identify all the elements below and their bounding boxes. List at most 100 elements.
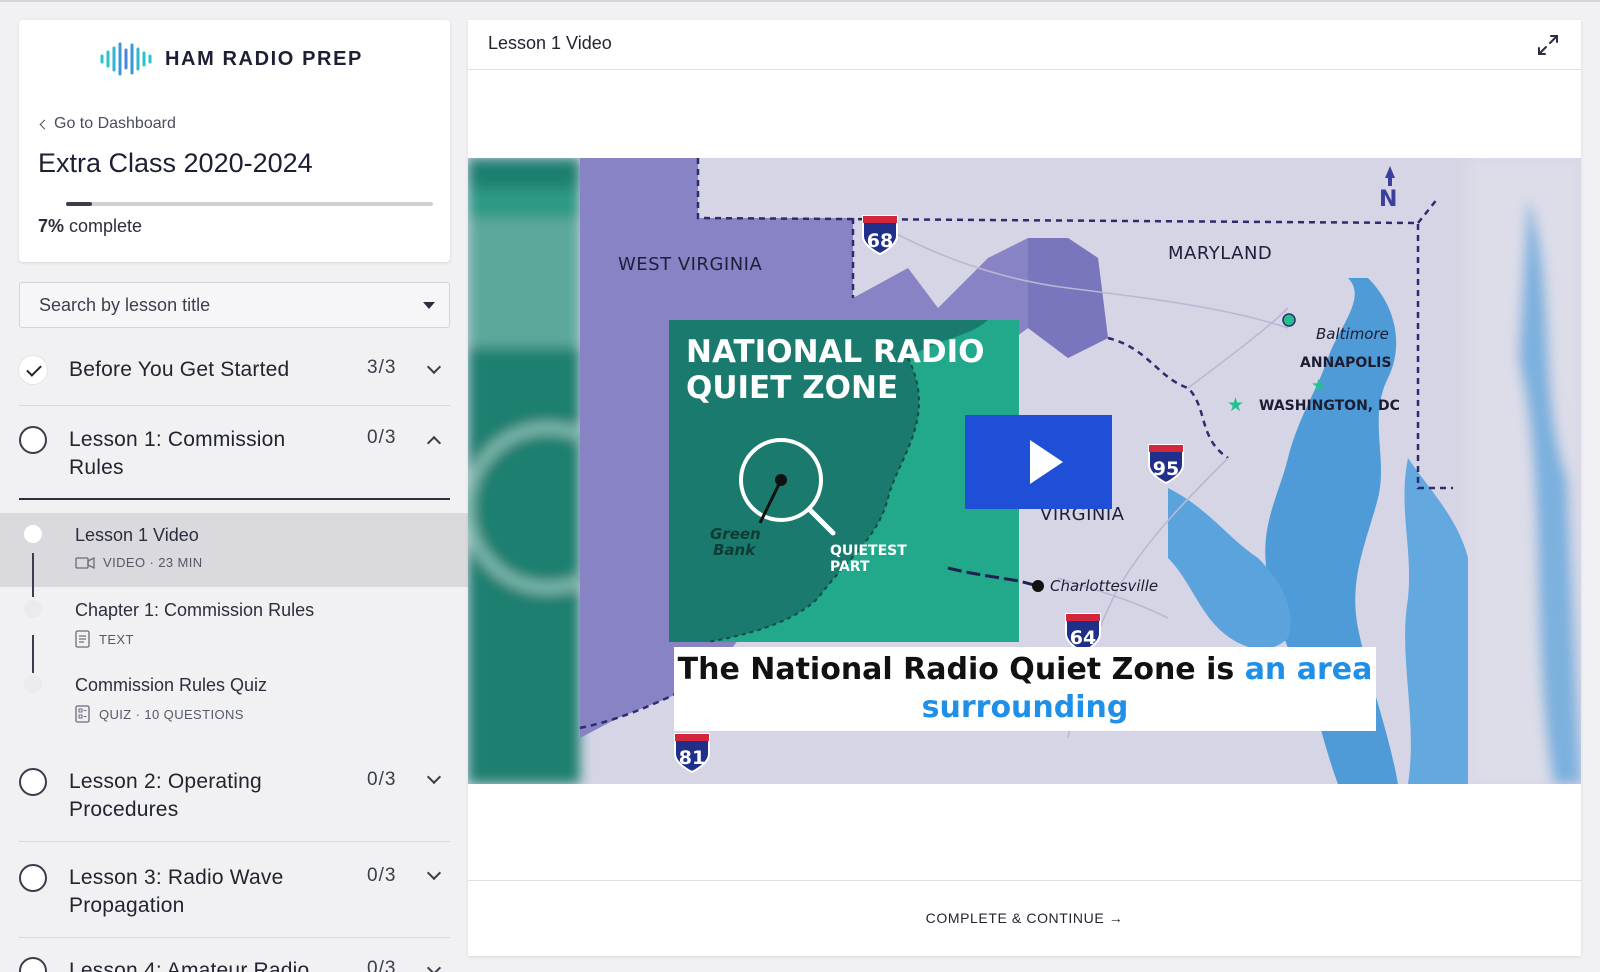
brand-name: HAM RADIO PREP [165, 48, 363, 71]
footer-divider [468, 880, 1581, 881]
washington-label: WASHINGTON, DC [1259, 398, 1400, 414]
section-before-you-get-started[interactable]: Before You Get Started 3/3 [19, 356, 450, 416]
video-icon [75, 557, 95, 569]
section-count: 0/3 [367, 865, 396, 887]
sidebar: HAM RADIO PREP Go to Dashboard Extra Cla… [0, 2, 468, 972]
lesson-item-meta-text: VIDEO · 23 MIN [103, 555, 203, 570]
lesson-item-meta-text: TEXT [99, 632, 134, 647]
section-lesson-1[interactable]: Lesson 1: Commission Rules 0/3 [19, 424, 450, 486]
baltimore-marker [1283, 314, 1295, 326]
section-title: Before You Get Started [69, 356, 359, 384]
empty-circle-icon [19, 864, 47, 892]
lesson-item-title: Chapter 1: Commission Rules [75, 600, 314, 621]
empty-circle-icon [19, 957, 47, 972]
text-doc-icon [75, 630, 91, 648]
lesson-item-video[interactable]: Lesson 1 Video VIDEO · 23 MIN [0, 513, 468, 587]
quietest-label-1: QUIETEST [830, 543, 907, 559]
caption-highlight-1: an area [1245, 652, 1373, 687]
quietest-label-2: PART [830, 559, 870, 575]
section-count: 3/3 [367, 357, 396, 379]
course-title: Extra Class 2020-2024 [38, 148, 313, 179]
interstate-68-shield: 68 [863, 216, 897, 254]
interstate-64-shield: 64 [1066, 614, 1100, 652]
lesson-item-meta: QUIZ · 10 QUESTIONS [75, 705, 244, 723]
search-placeholder: Search by lesson title [39, 295, 210, 316]
empty-circle-icon [19, 768, 47, 796]
lesson-item-title: Lesson 1 Video [75, 525, 199, 546]
caption-line1: The National Radio Quiet Zone is an area [678, 652, 1373, 687]
annapolis-star-icon: ★ [1311, 376, 1326, 396]
section-divider [19, 405, 450, 406]
lesson-item-quiz[interactable]: Commission Rules Quiz QUIZ · 10 QUESTION… [0, 663, 468, 737]
complete-and-continue-button[interactable]: COMPLETE & CONTINUE → [468, 910, 1581, 926]
interstate-95-shield: 95 [1149, 445, 1183, 483]
interstate-68-label: 68 [867, 230, 893, 252]
annapolis-label: ANNAPOLIS [1300, 355, 1391, 371]
course-card: HAM RADIO PREP Go to Dashboard Extra Cla… [19, 20, 450, 262]
video-player[interactable]: NATIONAL RADIO QUIET ZONE Green Bank QUI… [468, 158, 1581, 784]
section-lesson-2[interactable]: Lesson 2: Operating Procedures 0/3 [19, 766, 450, 828]
caption-highlight-2: surrounding [922, 690, 1129, 725]
interstate-81-shield: 81 [675, 734, 709, 772]
waveform-icon [99, 42, 153, 76]
course-progress-fill [66, 202, 92, 206]
empty-circle-icon [19, 426, 47, 454]
interstate-95-label: 95 [1153, 458, 1179, 480]
section-title: Lesson 3: Radio Wave Propagation [69, 864, 319, 920]
interstate-64-label: 64 [1070, 627, 1096, 649]
lesson-item-title: Commission Rules Quiz [75, 675, 267, 696]
chevron-down-icon [427, 360, 441, 374]
lesson-item-meta-text: QUIZ · 10 QUESTIONS [99, 707, 244, 722]
chevron-down-icon [427, 961, 441, 972]
quiz-icon [75, 705, 91, 723]
progress-suffix: complete [64, 216, 142, 236]
brand-logo[interactable]: HAM RADIO PREP [99, 42, 363, 76]
lesson-item-text[interactable]: Chapter 1: Commission Rules TEXT [0, 588, 468, 662]
video-headline-line2: QUIET ZONE [686, 370, 898, 406]
section-divider [19, 498, 450, 500]
green-bank-label-2: Bank [713, 541, 756, 559]
washington-star-icon: ★ [1227, 394, 1244, 416]
chevron-down-icon [427, 866, 441, 880]
caption-plain: The National Radio Quiet Zone is [678, 652, 1245, 687]
section-divider [19, 841, 450, 842]
charlottesville-label: Charlottesville [1050, 577, 1158, 595]
chevron-up-icon [427, 436, 441, 450]
back-link-label: Go to Dashboard [54, 115, 176, 133]
section-lesson-4[interactable]: Lesson 4: Amateur Radio 0/3 [19, 957, 450, 972]
section-count: 0/3 [367, 958, 396, 972]
video-headline-line1: NATIONAL RADIO [686, 334, 985, 370]
north-label: N [1379, 187, 1397, 212]
section-title: Lesson 4: Amateur Radio [69, 957, 359, 972]
maryland-label: MARYLAND [1168, 243, 1272, 264]
content-header: Lesson 1 Video [468, 20, 1581, 70]
section-count: 0/3 [367, 769, 396, 791]
baltimore-label: Baltimore [1316, 325, 1389, 343]
progress-text: 7% complete [38, 216, 142, 237]
section-title: Lesson 1: Commission Rules [69, 426, 319, 482]
lesson-status-dot [24, 675, 42, 693]
video-thumbnail: NATIONAL RADIO QUIET ZONE Green Bank QUI… [468, 158, 1581, 784]
section-divider [19, 937, 450, 938]
section-title: Lesson 2: Operating Procedures [69, 768, 319, 824]
chevron-left-icon [40, 119, 50, 129]
lesson-search-select[interactable]: Search by lesson title [19, 282, 450, 328]
play-button[interactable] [965, 415, 1112, 509]
blurred-right-strip [1468, 158, 1581, 784]
west-virginia-label: WEST VIRGINIA [618, 254, 762, 275]
expand-icon[interactable] [1535, 32, 1561, 58]
caret-down-icon [423, 302, 435, 309]
interstate-81-label: 81 [679, 747, 705, 769]
lesson-status-dot [24, 525, 42, 543]
lesson-title: Lesson 1 Video [488, 33, 612, 54]
go-to-dashboard-link[interactable]: Go to Dashboard [41, 115, 176, 133]
section-count: 0/3 [367, 427, 396, 449]
lesson-content: Lesson 1 Video [468, 20, 1581, 956]
progress-value: 7% [38, 216, 64, 236]
chevron-down-icon [427, 770, 441, 784]
course-progress-bar [66, 202, 433, 206]
lesson-item-meta: VIDEO · 23 MIN [75, 555, 203, 570]
lesson-status-dot [24, 600, 42, 618]
lesson-item-meta: TEXT [75, 630, 134, 648]
section-lesson-3[interactable]: Lesson 3: Radio Wave Propagation 0/3 [19, 862, 450, 924]
